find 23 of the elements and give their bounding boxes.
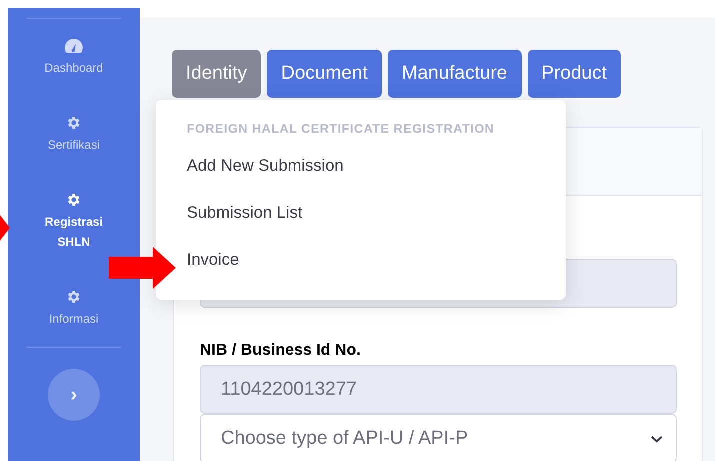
tab[interactable]: Manufacture [388,50,522,98]
gauge-icon [64,38,84,54]
menu-header: FOREIGN HALAL CERTIFICATE REGISTRATION [187,122,496,136]
menu-item[interactable]: Invoice [187,251,566,298]
tab[interactable]: Identity [172,50,262,98]
sidebar-item[interactable]: Registrasi SHLN [8,173,140,270]
tab[interactable]: Product [528,50,621,98]
sidebar-toggle-button[interactable]: › [48,369,100,421]
sidebar-item[interactable]: Informasi [8,270,140,347]
chevron-down-icon [650,434,664,444]
input-field[interactable]: 1104220013277 [200,365,677,414]
tab[interactable]: Document [267,50,382,98]
pointer-arrow-drawing [109,247,176,289]
menu-item[interactable]: Submission List [187,204,566,251]
menu-item[interactable]: Add New Submission [187,157,566,204]
gear-icon [66,289,82,305]
gear-icon [66,192,82,208]
sidebar-item[interactable]: Dashboard [8,19,140,96]
pointer-arrow-drawing [0,215,10,241]
field-label: NIB / Business Id No. [200,342,362,360]
select-field[interactable]: Choose type of API-U / API-P [200,414,677,461]
gear-icon [66,115,82,131]
sidebar-item[interactable]: Sertifikasi [8,96,140,173]
